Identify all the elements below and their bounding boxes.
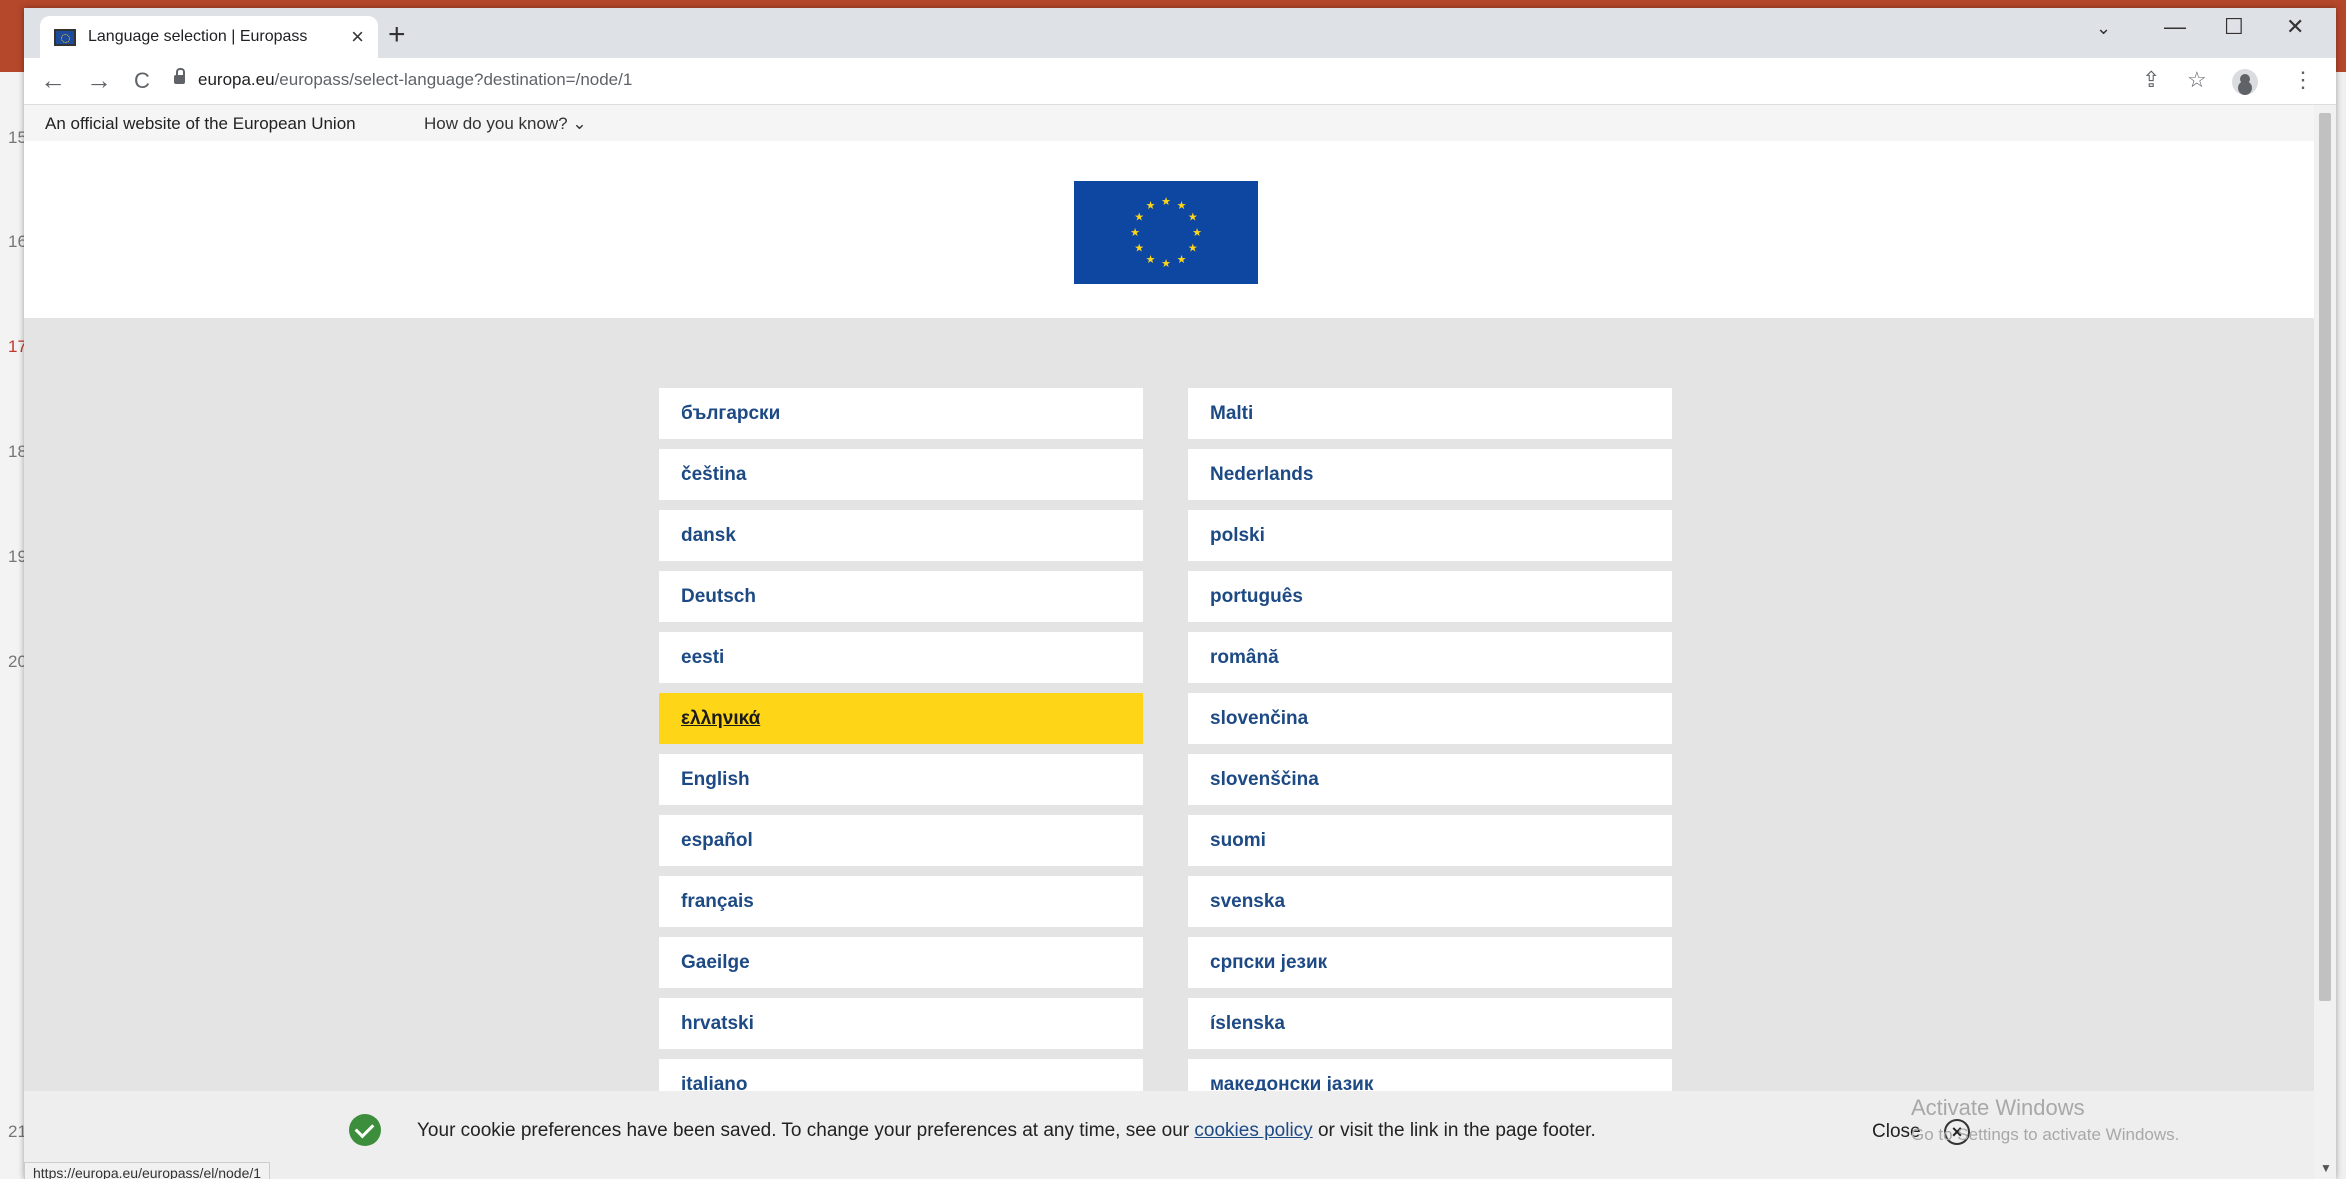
language-option[interactable]: íslenska [1188, 998, 1672, 1049]
new-tab-icon[interactable]: + [388, 18, 406, 52]
language-option[interactable]: français [659, 876, 1143, 927]
site-header: ★ ★ ★ ★ ★ ★ ★ ★ ★ ★ ★ ★ [24, 141, 2314, 318]
flag-star: ★ [1130, 227, 1140, 239]
bookmark-star-icon[interactable]: ☆ [2187, 67, 2207, 93]
how-do-you-know-label: How do you know? [424, 114, 568, 133]
flag-star: ★ [1161, 258, 1171, 270]
language-option[interactable]: svenska [1188, 876, 1672, 927]
flag-star: ★ [1177, 254, 1187, 266]
minimize-icon[interactable]: — [2164, 14, 2186, 40]
language-option[interactable]: Deutsch [659, 571, 1143, 622]
forward-icon[interactable]: → [86, 65, 112, 96]
cookie-text-after: or visit the link in the page footer. [1317, 1120, 1596, 1141]
chevron-down-icon: ⌄ [572, 114, 587, 133]
language-option[interactable]: Gaeilge [659, 937, 1143, 988]
language-list-left: български čeština dansk Deutsch eesti ελ… [659, 388, 1143, 1120]
background-line-numbers: 15 16 17 18 19 20 21 [0, 72, 27, 1179]
title-bar: Language selection | Europass × + ⌄ — ☐ … [24, 8, 2336, 58]
flag-star: ★ [1177, 200, 1187, 212]
share-icon[interactable]: ⇪ [2142, 67, 2160, 93]
reload-icon[interactable]: C [134, 68, 150, 94]
tab-search-icon[interactable]: ⌄ [2096, 18, 2111, 39]
cookie-message: Your cookie preferences have been saved.… [417, 1120, 1596, 1142]
watermark-subtitle: Go to Settings to activate Windows. [1911, 1125, 2180, 1144]
checkmark-icon [349, 1114, 381, 1146]
tab-title: Language selection | Europass [88, 28, 308, 45]
page-content: An official website of the European Unio… [24, 105, 2314, 1179]
url-host: europa.eu [198, 70, 275, 89]
scrollbar-thumb[interactable] [2319, 113, 2331, 1001]
profile-avatar-icon[interactable] [2232, 69, 2258, 95]
url-field[interactable]: europa.eu/europass/select-language?desti… [198, 70, 632, 90]
language-option[interactable]: Malti [1188, 388, 1672, 439]
language-option[interactable]: српски језик [1188, 937, 1672, 988]
language-option[interactable]: čeština [659, 449, 1143, 500]
language-option[interactable]: Nederlands [1188, 449, 1672, 500]
window-close-icon[interactable]: ✕ [2286, 14, 2304, 40]
language-option[interactable]: slovenščina [1188, 754, 1672, 805]
language-option[interactable]: slovenčina [1188, 693, 1672, 744]
url-path: /europass/select-language?destination=/n… [274, 70, 633, 89]
language-option[interactable]: български [659, 388, 1143, 439]
official-website-text: An official website of the European Unio… [45, 114, 356, 133]
flag-star: ★ [1146, 200, 1156, 212]
flag-star: ★ [1188, 212, 1198, 224]
language-option[interactable]: English [659, 754, 1143, 805]
flag-star: ★ [1134, 212, 1144, 224]
status-bar-url: https://europa.eu/europass/el/node/1 [24, 1162, 271, 1179]
browser-tab[interactable]: Language selection | Europass × [40, 16, 378, 58]
how-do-you-know-toggle[interactable]: How do you know? ⌄ [424, 114, 587, 134]
language-option[interactable]: español [659, 815, 1143, 866]
browser-window: Language selection | Europass × + ⌄ — ☐ … [24, 8, 2336, 1179]
language-option-active[interactable]: ελληνικά [659, 693, 1143, 744]
back-icon[interactable]: ← [40, 65, 66, 96]
flag-star: ★ [1134, 243, 1144, 255]
maximize-icon[interactable]: ☐ [2224, 14, 2244, 40]
scroll-down-arrow-icon[interactable]: ▼ [2320, 1161, 2332, 1175]
flag-star: ★ [1146, 254, 1156, 266]
eu-flag-logo: ★ ★ ★ ★ ★ ★ ★ ★ ★ ★ ★ ★ [1074, 181, 1258, 284]
language-option[interactable]: hrvatski [659, 998, 1143, 1049]
cookie-text-before: Your cookie preferences have been saved.… [417, 1120, 1190, 1141]
language-list-right: Malti Nederlands polski português română… [1188, 388, 1672, 1120]
language-option[interactable]: română [1188, 632, 1672, 683]
watermark-title: Activate Windows [1911, 1095, 2085, 1120]
menu-kebab-icon[interactable]: ⋮ [2292, 67, 2314, 93]
tab-close-icon[interactable]: × [351, 24, 364, 50]
language-option[interactable]: suomi [1188, 815, 1672, 866]
eu-flag-favicon-icon [54, 28, 76, 46]
language-option[interactable]: dansk [659, 510, 1143, 561]
language-option[interactable]: português [1188, 571, 1672, 622]
address-bar: ← → C europa.eu/europass/select-language… [24, 58, 2336, 105]
eu-official-banner: An official website of the European Unio… [24, 105, 2314, 141]
language-option[interactable]: eesti [659, 632, 1143, 683]
cookies-policy-link[interactable]: cookies policy [1194, 1120, 1312, 1141]
eu-flag-stars-icon: ★ ★★★★★★★★★★★ [1130, 196, 1202, 270]
flag-star: ★ [1188, 243, 1198, 255]
language-option[interactable]: polski [1188, 510, 1672, 561]
flag-star: ★ [1192, 227, 1202, 239]
flag-star: ★ [1161, 196, 1171, 208]
page-scrollbar[interactable]: ▼ [2314, 105, 2336, 1179]
lock-icon[interactable] [174, 68, 185, 84]
activate-windows-watermark: Activate Windows Go to Settings to activ… [1911, 1095, 2179, 1145]
